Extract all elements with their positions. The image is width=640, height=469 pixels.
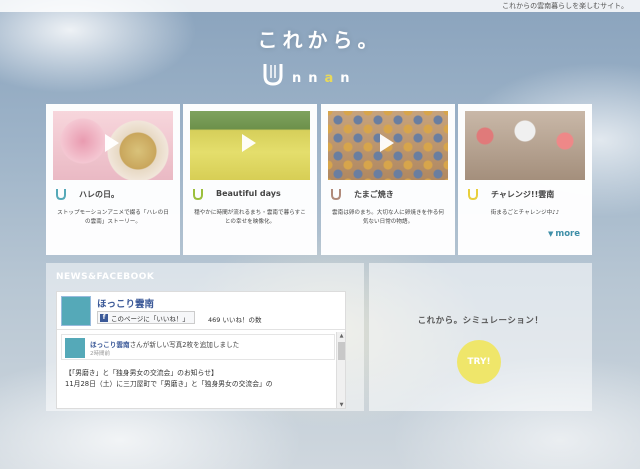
scroll-up-icon[interactable]: ▲ <box>337 332 345 340</box>
top-tagline-bar: これからの雲南暮らしを楽しむサイト。 <box>0 0 640 12</box>
card-description: 穏やかに時間が流れるまち・雲南で暮らすことの幸せを映像化。 <box>194 210 306 225</box>
site-title[interactable]: これから。 <box>0 24 640 53</box>
card-description: 雲南は卵のまち。大切な人に卵焼きを作る何気ない日常の物語。 <box>332 210 444 225</box>
play-icon[interactable] <box>105 134 119 152</box>
card-thumbnail-board[interactable] <box>328 111 448 180</box>
simulation-panel: これから。シミュレーション！ TRY! <box>369 263 592 411</box>
card-title: チャレンジ!!雲南 <box>491 190 555 199</box>
card-description: ストップモーションアニメで綴る「ハレの日の雲南」ストーリー。 <box>57 210 169 225</box>
scroll-down-icon[interactable]: ▼ <box>337 401 345 408</box>
card-title: ハレの日。 <box>79 190 119 199</box>
try-button[interactable]: TRY! <box>457 340 501 384</box>
fb-page-avatar[interactable] <box>61 296 91 326</box>
card-tamagoyaki[interactable]: たまご焼き 雲南は卵のまち。大切な人に卵焼きを作る何気ない日常の物語。 <box>321 104 455 255</box>
fb-page-name[interactable]: ほっこり雲南 <box>97 296 154 310</box>
chevron-down-icon: ▼ <box>547 230 554 238</box>
card-beautiful-days[interactable]: Beautiful days 穏やかに時間が流れるまち・雲南で暮らすことの幸せを… <box>183 104 317 255</box>
card-description: 街まるごとチャレンジ中♪♪ <box>490 210 560 216</box>
fb-post-avatar[interactable] <box>65 338 85 358</box>
fb-like-label: このページに「いいね！」 <box>111 314 189 323</box>
card-thumbnail-people[interactable] <box>465 111 585 180</box>
news-heading: NEWS&FACEBOOK <box>56 272 155 282</box>
logo-u-mark-icon <box>263 64 283 86</box>
logo-letters: nn <box>292 71 325 86</box>
fb-body-line: 【「男磨き」と「独身男女の交流会」のお知らせ】 <box>65 369 218 377</box>
play-icon[interactable] <box>242 134 256 152</box>
scrollbar-thumb[interactable] <box>338 342 345 360</box>
unnan-u-icon <box>56 189 66 200</box>
card-hare-no-hi[interactable]: ハレの日。 ストップモーションアニメで綴る「ハレの日の雲南」ストーリー。 <box>46 104 180 255</box>
facebook-icon: f <box>100 313 108 322</box>
play-icon[interactable] <box>380 134 394 152</box>
more-link[interactable]: ▼ more <box>548 229 580 239</box>
facebook-widget: ほっこり雲南 f このページに「いいね！」 469 いいね！の数 ほっこり雲南さ… <box>56 291 346 409</box>
card-thumbnail-field[interactable] <box>190 111 310 180</box>
fb-body-line: 11月28日（土）に三刀屋町で「男磨き」と「独身男女の交流会」の <box>65 380 273 388</box>
fb-post-action: さんが新しい写真2枚を追加しました <box>129 341 240 349</box>
video-cards: ハレの日。 ストップモーションアニメで綴る「ハレの日の雲南」ストーリー。 Bea… <box>46 104 592 255</box>
fb-scrollbar[interactable]: ▲ ▼ <box>336 332 345 408</box>
fb-post-header: ほっこり雲南さんが新しい写真2枚を追加しました 2時間前 <box>61 334 335 360</box>
simulation-title: これから。シミュレーション！ <box>417 316 544 326</box>
fb-like-count: 469 いいね！の数 <box>208 316 262 324</box>
fb-post-text: ほっこり雲南さんが新しい写真2枚を追加しました <box>90 339 239 349</box>
unnan-u-icon <box>331 189 341 200</box>
site-tagline: これからの雲南暮らしを楽しむサイト。 <box>502 2 628 10</box>
card-title: たまご焼き <box>354 190 394 199</box>
card-title: Beautiful days <box>216 189 281 198</box>
fb-like-button[interactable]: f このページに「いいね！」 <box>97 311 195 324</box>
fb-post-time[interactable]: 2時間前 <box>90 349 110 357</box>
logo-accent-letter: a <box>324 71 341 86</box>
unnan-u-icon <box>468 189 478 200</box>
site-logo[interactable]: nn a n <box>262 62 357 86</box>
fb-page-header: ほっこり雲南 f このページに「いいね！」 469 いいね！の数 <box>57 292 345 330</box>
news-facebook-panel: NEWS&FACEBOOK ほっこり雲南 f このページに「いいね！」 469 … <box>46 263 364 411</box>
fb-post-body: 【「男磨き」と「独身男女の交流会」のお知らせ】 11月28日（土）に三刀屋町で「… <box>65 368 273 390</box>
card-thumbnail-cake[interactable] <box>53 111 173 180</box>
unnan-u-icon <box>193 189 203 200</box>
fb-post-author[interactable]: ほっこり雲南 <box>90 341 130 349</box>
card-challenge-unnan[interactable]: チャレンジ!!雲南 街まるごとチャレンジ中♪♪ ▼ more <box>458 104 592 255</box>
logo-tail-letter: n <box>340 71 357 86</box>
